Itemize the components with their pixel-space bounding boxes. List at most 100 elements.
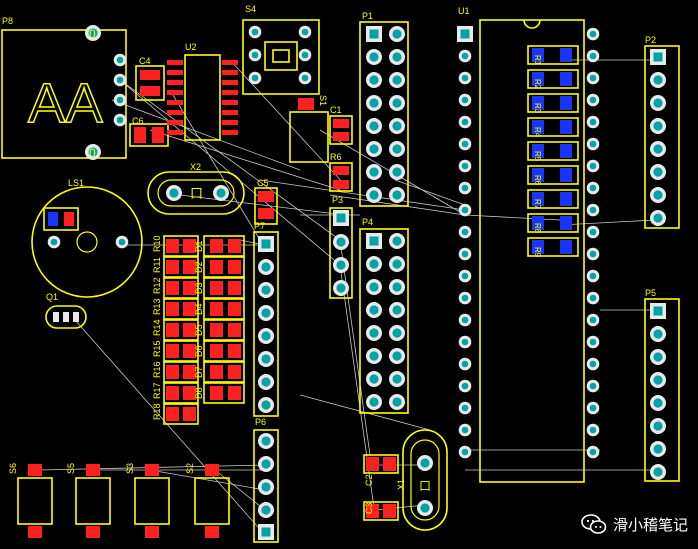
wechat-icon [581, 514, 607, 534]
led-pad [210, 302, 223, 316]
p5-pad [650, 303, 666, 319]
p1-pad [366, 164, 382, 180]
p1-pad [389, 118, 405, 134]
r-right-pad [560, 240, 572, 254]
c6-pad [152, 127, 164, 143]
x2-mark: 口 [190, 186, 203, 201]
u2-pad [222, 60, 238, 65]
label-u2: U2 [185, 42, 197, 52]
label-x1: X1 [396, 479, 406, 490]
pcb-board: P8 AA 0 0 C4 C6 U2 S4 S1 C1 R6 C5 X2 口 LS1 Q1 P1 P4 P3 U1 R1… [0, 0, 698, 549]
label-d5: D5 [194, 324, 204, 336]
label-r10: R10 [152, 235, 162, 252]
p4-pad [389, 279, 405, 295]
label-d8: D8 [194, 387, 204, 399]
p5-pad [650, 326, 666, 342]
p6-pad [258, 479, 274, 495]
label-p1: P1 [362, 11, 373, 21]
p7-pad [258, 374, 274, 390]
s3-outline [134, 477, 170, 525]
label-p8: P8 [2, 16, 13, 26]
r-right-pad [560, 192, 572, 206]
ratsnest-line [214, 469, 266, 511]
label-p6: P6 [255, 417, 266, 427]
u1-pad [458, 247, 472, 261]
p5-pad [650, 418, 666, 434]
p1-pad [366, 26, 382, 42]
p3-pad [333, 210, 349, 226]
ratsnest-line [169, 89, 261, 241]
q1-pad [53, 312, 59, 322]
u2-pad [222, 130, 238, 135]
u2-pad [222, 100, 238, 105]
p1-pad [366, 118, 382, 134]
r-right-pad [560, 120, 572, 134]
u1-pad [586, 225, 600, 239]
label-q1: Q1 [46, 292, 58, 302]
s5-outline [75, 477, 111, 525]
u1-pad [458, 379, 472, 393]
p5-pad [650, 395, 666, 411]
r-left-pad [166, 323, 179, 337]
u1-pad [586, 357, 600, 371]
u1-pad [458, 445, 472, 459]
c1-pad [333, 132, 349, 141]
p4-pad [366, 279, 382, 295]
p4-pad [389, 233, 405, 249]
r-right-pad [560, 216, 572, 230]
s5-pad [86, 464, 100, 476]
c5-pad [258, 191, 274, 202]
u1-pad [586, 269, 600, 283]
p7-pad [258, 305, 274, 321]
label-s3: S3 [125, 463, 135, 474]
p7-pad [258, 259, 274, 275]
r-left-pad [166, 365, 179, 379]
label-d6: D6 [194, 345, 204, 357]
u1-pad [458, 225, 472, 239]
s5-pad [86, 526, 100, 538]
u1-pad [586, 137, 600, 151]
u2-pad [167, 80, 183, 85]
s4-pad [248, 25, 262, 39]
p3-pad [333, 234, 349, 250]
u1-pad [586, 203, 600, 217]
r-left-pad [166, 344, 179, 358]
label-p7: P7 [254, 221, 265, 231]
s2-outline [194, 477, 230, 525]
u1-pad [458, 269, 472, 283]
u2-pad [222, 70, 238, 75]
label-s2: S2 [185, 463, 195, 474]
p2-pad [650, 164, 666, 180]
u2-pad [167, 90, 183, 95]
ls1-pad [47, 235, 61, 249]
label-r13: R13 [152, 298, 162, 315]
p1-pad [366, 141, 382, 157]
u2-outline [184, 54, 221, 141]
p5-pad [650, 372, 666, 388]
led-pad [210, 344, 223, 358]
p2-pad [650, 95, 666, 111]
p4-pad [389, 394, 405, 410]
ls1-pad [115, 235, 129, 249]
p4-pad [389, 302, 405, 318]
p7-pad [258, 236, 274, 252]
p1-pad [389, 187, 405, 203]
p4-pad [389, 256, 405, 272]
c2-pad [366, 457, 379, 471]
x1-pad [417, 500, 433, 516]
c5-pad [258, 208, 274, 219]
r-left-pad [166, 260, 179, 274]
c4-pad [140, 86, 160, 96]
u2-pad [167, 100, 183, 105]
u1-pad [458, 71, 472, 85]
led-pad [228, 281, 241, 295]
r-left-pad [183, 407, 196, 421]
x2-pad [166, 185, 182, 201]
p7-pad [258, 351, 274, 367]
p1-pad [389, 49, 405, 65]
u1-pad [586, 115, 600, 129]
ls1-center [76, 231, 98, 253]
u1-pad [458, 203, 472, 217]
label-p4: P4 [362, 217, 373, 227]
label-c1: C1 [330, 105, 342, 115]
